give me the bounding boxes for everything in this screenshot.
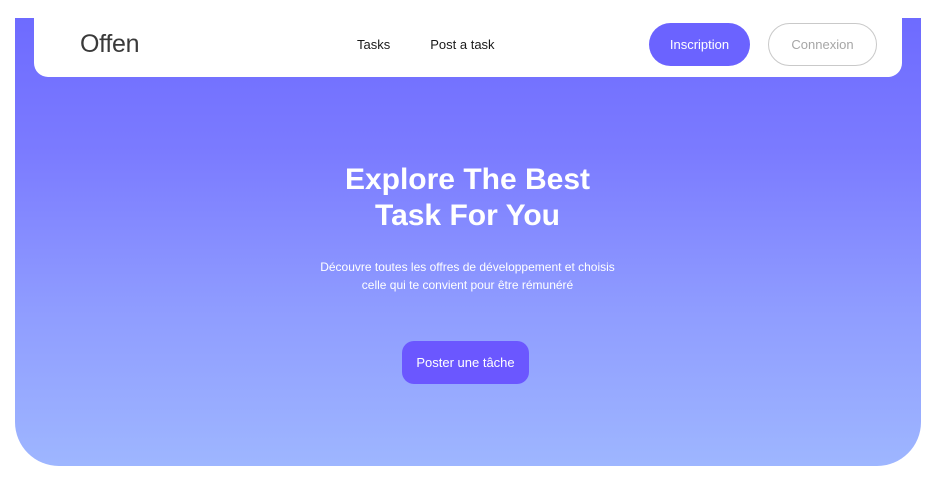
login-button[interactable]: Connexion bbox=[768, 23, 877, 66]
nav-link-post-task[interactable]: Post a task bbox=[430, 37, 494, 52]
brand-logo[interactable]: Offen bbox=[80, 30, 140, 59]
nav-link-tasks[interactable]: Tasks bbox=[357, 37, 390, 52]
hero-title-line-2: Task For You bbox=[374, 199, 561, 232]
nav-links: Tasks Post a task bbox=[357, 37, 495, 52]
hero-subtitle: Découvre toutes les offres de développem… bbox=[0, 258, 935, 294]
hero-title-line-1: Explore The Best bbox=[344, 163, 591, 196]
post-task-button[interactable]: Poster une tâche bbox=[402, 341, 529, 384]
hero-subtitle-line-2: celle qui te convient pour être rémunéré bbox=[361, 278, 574, 292]
signup-button[interactable]: Inscription bbox=[649, 23, 750, 66]
navbar: Offen Tasks Post a task Inscription Conn… bbox=[34, 18, 902, 77]
hero-subtitle-line-1: Découvre toutes les offres de développem… bbox=[320, 260, 615, 274]
hero-title: Explore The Best Task For You bbox=[0, 162, 935, 234]
hero-section bbox=[15, 18, 921, 466]
